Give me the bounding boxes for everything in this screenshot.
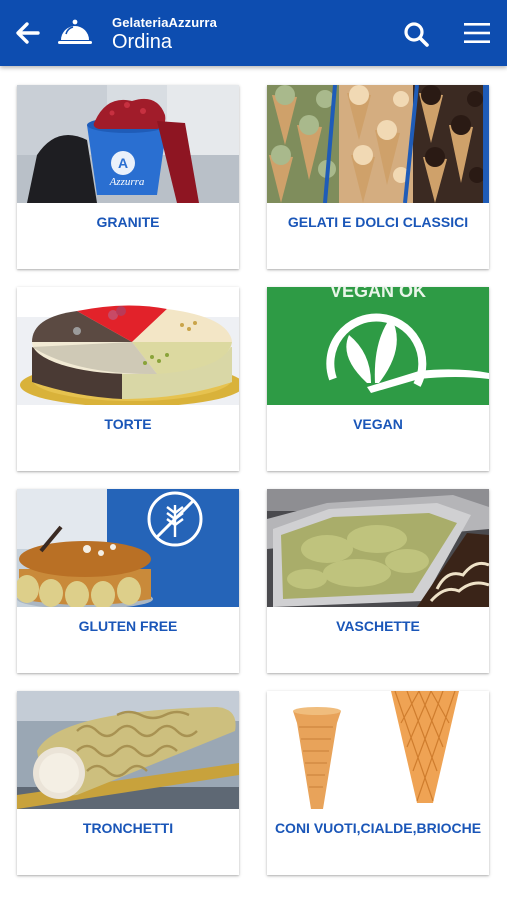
svg-text:A: A bbox=[118, 155, 128, 171]
arrow-left-icon[interactable] bbox=[12, 18, 42, 48]
app-bar: GelateriaAzzurra Ordina bbox=[0, 0, 507, 66]
category-label: CONI VUOTI,CIALDE,BRIOCHE bbox=[274, 820, 482, 836]
search-icon[interactable] bbox=[402, 20, 430, 48]
cloche-icon bbox=[58, 19, 92, 44]
category-label: VEGAN bbox=[353, 416, 403, 432]
category-card-vaschette[interactable]: VASCHETTE bbox=[267, 489, 489, 673]
category-label: TORTE bbox=[104, 416, 152, 432]
coni-image bbox=[267, 691, 489, 809]
vaschette-image bbox=[267, 489, 489, 607]
category-card-vegan[interactable]: VEGAN OK VEGAN bbox=[267, 287, 489, 471]
category-card-torte[interactable]: TORTE bbox=[17, 287, 239, 471]
gelati-cones-image bbox=[267, 85, 489, 203]
category-label: GLUTEN FREE bbox=[78, 618, 178, 634]
category-label: GELATI E DOLCI CLASSICI bbox=[287, 214, 469, 230]
granite-image: A Azzurra bbox=[17, 85, 239, 203]
page-title: Ordina bbox=[112, 31, 173, 53]
tronchetti-image bbox=[17, 691, 239, 809]
torte-image bbox=[17, 287, 239, 405]
category-label: VASCHETTE bbox=[336, 618, 420, 634]
granite-cup-text: Azzurra bbox=[109, 176, 145, 188]
hamburger-menu-icon[interactable] bbox=[462, 19, 492, 47]
category-card-granite[interactable]: A Azzurra GRANITE bbox=[17, 85, 239, 269]
category-label: TRONCHETTI bbox=[82, 820, 174, 836]
vegan-ok-image: VEGAN OK bbox=[267, 287, 489, 405]
category-label: GRANITE bbox=[96, 214, 160, 230]
category-card-gluten-free[interactable]: GLUTEN FREE bbox=[17, 489, 239, 673]
brand-name: GelateriaAzzurra bbox=[112, 15, 217, 30]
category-card-tronchetti[interactable]: TRONCHETTI bbox=[17, 691, 239, 875]
gluten-free-image bbox=[17, 489, 239, 607]
category-card-coni-vuoti-cialde-brioche[interactable]: CONI VUOTI,CIALDE,BRIOCHE bbox=[267, 691, 489, 875]
vegan-ok-text: VEGAN OK bbox=[330, 287, 426, 301]
category-card-gelati-e-dolci-classici[interactable]: GELATI E DOLCI CLASSICI bbox=[267, 85, 489, 269]
